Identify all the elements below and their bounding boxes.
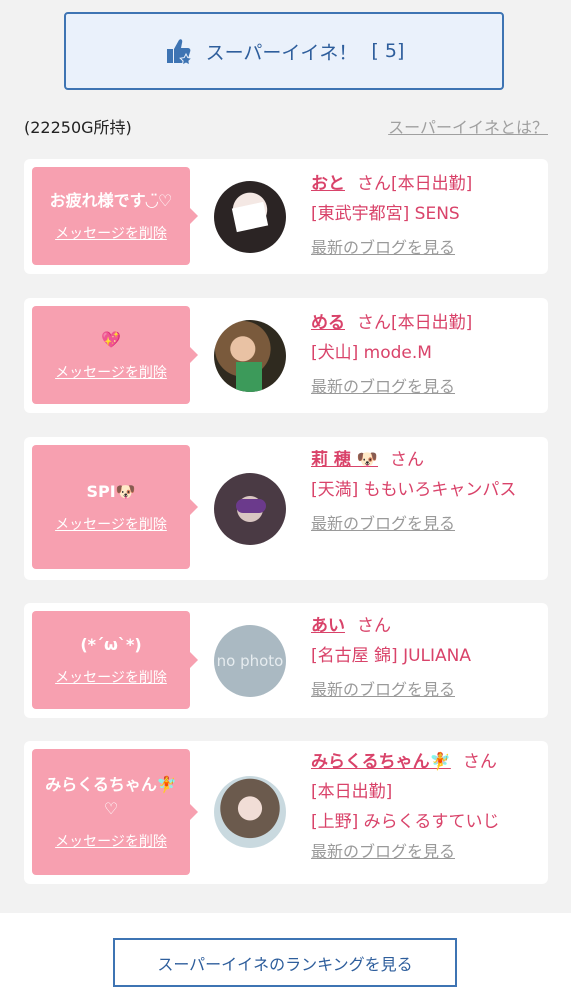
message-card: 💖 メッセージを削除 める さん[本日出勤] [犬山] mode.M 最新のブログ… xyxy=(24,298,548,413)
delete-message-link[interactable]: メッセージを削除 xyxy=(55,514,167,534)
girl-name-link[interactable]: みらくるちゃん🧚 xyxy=(311,752,451,772)
girl-status: さん xyxy=(462,752,497,772)
message-text: 💖 xyxy=(101,330,121,349)
delete-message-link[interactable]: メッセージを削除 xyxy=(55,362,167,382)
girl-status: さん[本日出勤] xyxy=(357,174,473,194)
message-bubble: 💖 メッセージを削除 xyxy=(32,306,198,404)
message-bubble: SPI🐶 メッセージを削除 xyxy=(32,445,198,569)
delete-message-link[interactable]: メッセージを削除 xyxy=(55,831,167,851)
latest-blog-link[interactable]: 最新のブログを見る xyxy=(311,837,536,867)
avatar[interactable]: no photo xyxy=(214,625,286,697)
girl-info: める さん[本日出勤] [犬山] mode.M 最新のブログを見る xyxy=(311,308,536,402)
super-like-button[interactable]: スーパーイイネ！ [ 5] xyxy=(64,12,504,90)
girl-name-link[interactable]: 莉 穂 🐶 xyxy=(311,450,378,470)
girl-info: みらくるちゃん🧚 さん [本日出勤] [上野] みらくるすていじ 最新のブログを見… xyxy=(311,747,536,867)
girl-info: おと さん[本日出勤] [東武宇都宮] SENS 最新のブログを見る xyxy=(311,169,536,263)
message-text: (*´ω`*) xyxy=(80,635,142,654)
holding-points: (22250G所持) xyxy=(24,118,132,137)
message-text: SPI🐶 xyxy=(86,482,136,501)
latest-blog-link[interactable]: 最新のブログを見る xyxy=(311,509,536,539)
avatar[interactable] xyxy=(214,473,286,545)
message-card: お疲れ様です◡̈♡ メッセージを削除 おと さん[本日出勤] [東武宇都宮] SE… xyxy=(24,159,548,274)
avatar[interactable] xyxy=(214,776,286,848)
latest-blog-link[interactable]: 最新のブログを見る xyxy=(311,675,536,705)
delete-message-link[interactable]: メッセージを削除 xyxy=(55,223,167,243)
girl-status: さん[本日出勤] xyxy=(357,313,473,333)
delete-message-link[interactable]: メッセージを削除 xyxy=(55,667,167,687)
message-text: お疲れ様です◡̈♡ xyxy=(49,191,173,210)
girl-info: 莉 穂 🐶 さん [天満] ももいろキャンパス 最新のブログを見る xyxy=(311,445,536,539)
message-bubble: お疲れ様です◡̈♡ メッセージを削除 xyxy=(32,167,198,265)
message-bubble: みらくるちゃん🧚 ♡ メッセージを削除 xyxy=(32,749,198,875)
avatar[interactable] xyxy=(214,320,286,392)
message-card: SPI🐶 メッセージを削除 莉 穂 🐶 さん [天満] ももいろキャンパス 最新の… xyxy=(24,437,548,580)
girl-shop: [犬山] mode.M xyxy=(311,343,432,363)
girl-shop: [東武宇都宮] SENS xyxy=(311,204,460,224)
girl-name-link[interactable]: おと xyxy=(311,174,345,194)
ranking-button[interactable]: スーパーイイネのランキングを見る xyxy=(113,938,457,987)
latest-blog-link[interactable]: 最新のブログを見る xyxy=(311,372,536,402)
footer: スーパーイイネのランキングを見る xyxy=(0,913,571,1000)
girl-shop: [天満] ももいろキャンパス xyxy=(311,480,517,500)
girl-attendance: [本日出勤] xyxy=(311,782,393,802)
girl-shop: [名古屋 錦] JULIANA xyxy=(311,646,471,666)
no-photo-text: no photo xyxy=(216,652,284,670)
about-super-like-link[interactable]: スーパーイイネとは？ xyxy=(388,114,548,138)
girl-name-link[interactable]: あい xyxy=(311,616,345,636)
message-card: みらくるちゃん🧚 ♡ メッセージを削除 みらくるちゃん🧚 さん [本日出勤] [上… xyxy=(24,741,548,884)
message-bubble: (*´ω`*) メッセージを削除 xyxy=(32,611,198,709)
latest-blog-link[interactable]: 最新のブログを見る xyxy=(311,233,536,263)
thumbs-up-star-icon xyxy=(166,39,193,66)
girl-shop: [上野] みらくるすていじ xyxy=(311,812,500,832)
message-text: みらくるちゃん🧚 ♡ xyxy=(45,775,177,818)
avatar[interactable] xyxy=(214,181,286,253)
girl-info: あい さん [名古屋 錦] JULIANA 最新のブログを見る xyxy=(311,611,536,705)
super-like-count: [ 5] xyxy=(371,40,405,62)
super-like-label: スーパーイイネ！ xyxy=(205,41,358,64)
girl-status: さん xyxy=(390,450,425,470)
status-row: (22250G所持) スーパーイイネとは？ xyxy=(24,114,548,138)
message-card: (*´ω`*) メッセージを削除 no photo あい さん [名古屋 錦] J… xyxy=(24,603,548,718)
girl-name-link[interactable]: める xyxy=(311,313,345,333)
girl-status: さん xyxy=(357,616,391,636)
